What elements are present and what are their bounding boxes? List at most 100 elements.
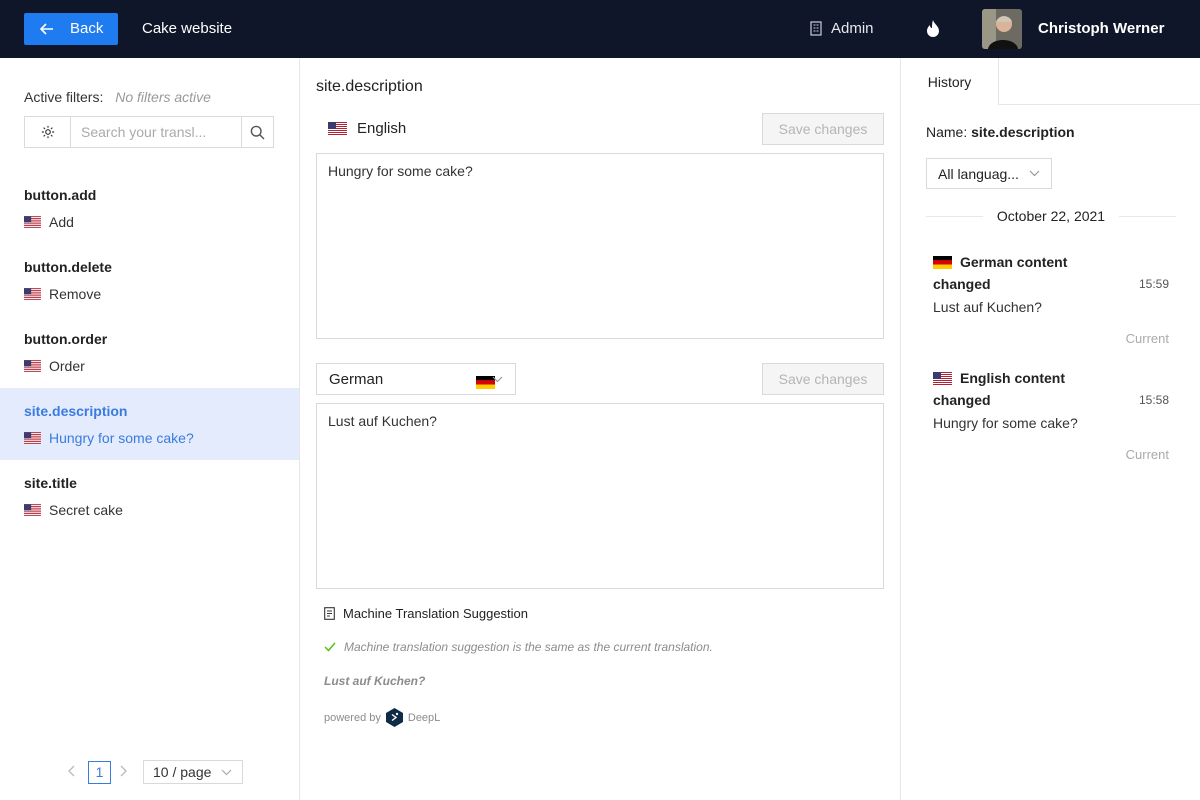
page-number[interactable]: 1 (88, 760, 111, 784)
page-size-select[interactable]: 10 / page (143, 760, 243, 784)
avatar[interactable] (982, 9, 1022, 49)
history-date: October 22, 2021 (996, 208, 1106, 224)
history-entry-title: German content changed (933, 251, 1103, 295)
list-item-button-delete[interactable]: button.delete Remove (0, 244, 299, 316)
chevron-down-icon (492, 376, 503, 383)
key-value-text: Hungry for some cake? (49, 430, 194, 446)
key-name: button.order (24, 331, 108, 347)
app-title: Cake website (142, 20, 233, 37)
building-icon (810, 21, 822, 36)
history-language-select[interactable]: All languag... (926, 158, 1052, 189)
history-name-label: Name: (926, 124, 968, 140)
pagination: 1 10 / page (68, 760, 243, 784)
prev-page-icon[interactable] (68, 764, 80, 780)
back-button-label: Back (70, 20, 104, 37)
history-entry-text: Lust auf Kuchen? (933, 299, 1042, 315)
target-language-label: German (329, 370, 384, 388)
base-text-editor[interactable]: Hungry for some cake? (316, 153, 884, 339)
back-button[interactable]: Back (24, 13, 118, 45)
history-entry-time: 15:58 (1138, 393, 1169, 407)
filters-value: No filters active (115, 89, 211, 105)
search-box (24, 116, 274, 148)
key-value-text: Order (49, 358, 85, 374)
us-flag-icon (24, 360, 41, 372)
us-flag-icon (24, 216, 41, 228)
key-list: button.add Add button.delete Remove butt… (0, 172, 299, 532)
target-language-select[interactable]: German (316, 363, 516, 395)
key-value: Hungry for some cake? (24, 430, 194, 446)
gear-icon[interactable] (25, 117, 71, 147)
admin-link[interactable]: Admin (810, 20, 874, 37)
us-flag-icon (24, 432, 41, 444)
list-item-site-title[interactable]: site.title Secret cake (0, 460, 299, 532)
user-name[interactable]: Christoph Werner (1038, 20, 1164, 37)
save-button-target[interactable]: Save changes (762, 363, 884, 395)
key-name: site.description (24, 403, 128, 419)
us-flag-icon (933, 372, 952, 385)
history-entry-text: Hungry for some cake? (933, 415, 1078, 431)
key-value: Order (24, 358, 85, 374)
mt-heading-label: Machine Translation Suggestion (343, 606, 529, 621)
base-language-label: English (357, 120, 407, 137)
key-value-text: Remove (49, 286, 102, 302)
key-name: site.title (24, 475, 77, 491)
history-entry: English content changed 15:58 Hungry for… (933, 367, 1171, 462)
deepl-label: DeepL (407, 712, 441, 724)
key-name: button.add (24, 187, 97, 203)
search-icon[interactable] (241, 117, 273, 147)
arrow-left-icon (40, 23, 53, 35)
next-page-icon[interactable] (119, 764, 131, 780)
check-icon (324, 642, 336, 652)
mt-same-text: Machine translation suggestion is the sa… (344, 640, 713, 654)
history-entry-time: 15:59 (1138, 277, 1169, 291)
target-text-editor[interactable]: Lust auf Kuchen? (316, 403, 884, 589)
history-name: Name: site.description (926, 124, 1075, 140)
list-item-button-order[interactable]: button.order Order (0, 316, 299, 388)
search-input[interactable] (71, 117, 241, 147)
powered-by-label: powered by (324, 712, 381, 724)
page-size-value: 10 / page (153, 764, 212, 780)
key-value-text: Add (49, 214, 74, 230)
history-entry-title: English content changed (933, 367, 1103, 411)
history-tabs: History (901, 58, 1200, 105)
tab-history[interactable]: History (901, 58, 999, 105)
mt-heading: Machine Translation Suggestion (324, 606, 528, 621)
key-value: Secret cake (24, 502, 123, 518)
top-bar: Back Cake website Admin Christoph Werner (0, 0, 1200, 58)
base-language-row: English Save changes (316, 113, 884, 145)
date-separator: October 22, 2021 (926, 208, 1176, 224)
save-button-base[interactable]: Save changes (762, 113, 884, 145)
history-name-value: site.description (971, 124, 1075, 140)
history-entry-title-text: English content changed (933, 370, 1065, 408)
flame-icon[interactable] (926, 20, 940, 40)
active-filters: Active filters: No filters active (24, 89, 211, 105)
history-entry-title-text: German content changed (933, 254, 1068, 292)
chevron-down-icon (1029, 170, 1040, 177)
list-item-site-description[interactable]: site.description Hungry for some cake? (0, 388, 299, 460)
key-name: button.delete (24, 259, 112, 275)
key-value-text: Secret cake (49, 502, 123, 518)
history-entry-status: Current (1125, 331, 1169, 346)
target-language-row: German Save changes (316, 363, 884, 395)
key-value: Remove (24, 286, 101, 302)
main-panel: site.description English Save changes Hu… (300, 58, 900, 800)
history-language-value: All languag... (938, 165, 1019, 182)
history-entry-status: Current (1125, 447, 1169, 462)
mt-same-note: Machine translation suggestion is the sa… (324, 640, 713, 654)
filters-label: Active filters: (24, 89, 104, 105)
document-icon (324, 607, 335, 620)
history-entry: German content changed 15:59 Lust auf Ku… (933, 251, 1171, 346)
deepl-logo-icon (385, 708, 403, 727)
powered-by: powered by DeepL (324, 708, 440, 728)
base-language: English (328, 120, 406, 137)
mt-suggestion[interactable]: Lust auf Kuchen? (324, 674, 425, 688)
de-flag-icon (933, 256, 952, 269)
key-value: Add (24, 214, 74, 230)
list-item-button-add[interactable]: button.add Add (0, 172, 299, 244)
sidebar: Active filters: No filters active button… (0, 58, 300, 800)
chevron-down-icon (221, 769, 232, 776)
history-panel: History Name: site.description All langu… (900, 58, 1200, 800)
page-title: site.description (316, 78, 423, 95)
us-flag-icon (24, 504, 41, 516)
admin-label: Admin (831, 20, 874, 37)
